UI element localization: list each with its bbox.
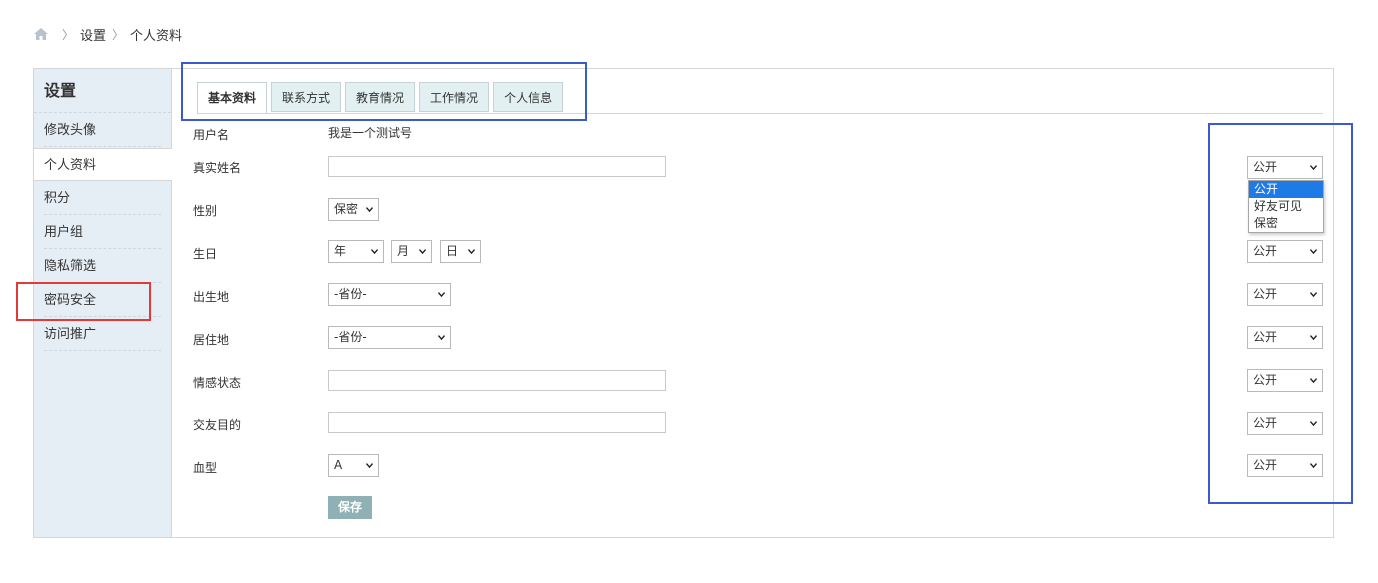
privacy-select-value: 公开 — [1253, 330, 1278, 344]
privacy-select-value: 公开 — [1253, 416, 1278, 430]
sidebar-item-profile[interactable]: 个人资料 — [34, 148, 172, 181]
tab-basic-info[interactable]: 基本资料 — [197, 82, 268, 114]
privacy-dropdown-list: 公开 好友可见 保密 — [1248, 180, 1324, 233]
purpose-privacy-select[interactable]: 公开 — [1247, 412, 1323, 435]
blood-label: 血型 — [193, 461, 218, 475]
tab-personal-info[interactable]: 个人信息 — [493, 82, 564, 112]
privacy-option-friends[interactable]: 好友可见 — [1249, 198, 1323, 215]
sidebar: 设置 修改头像 个人资料 积分 用户组 隐私筛选 密码安全 访问推广 — [34, 69, 172, 537]
privacy-option-secret[interactable]: 保密 — [1249, 215, 1323, 232]
chevron-down-icon — [1310, 249, 1317, 255]
residence-privacy-select[interactable]: 公开 — [1247, 326, 1323, 349]
chevron-down-icon — [1310, 165, 1317, 171]
sidebar-item-promotion[interactable]: 访问推广 — [44, 318, 161, 351]
chevron-down-icon — [366, 207, 373, 213]
privacy-select-value: 公开 — [1253, 373, 1278, 387]
privacy-select-value: 公开 — [1253, 458, 1278, 472]
chevron-down-icon — [438, 335, 445, 341]
sidebar-item-password[interactable]: 密码安全 — [44, 284, 161, 317]
residence-select-value: -省份- — [334, 330, 367, 344]
realname-label: 真实姓名 — [193, 161, 242, 175]
birthplace-privacy-select[interactable]: 公开 — [1247, 283, 1323, 306]
chevron-down-icon — [1310, 335, 1317, 341]
blood-select[interactable]: A — [328, 454, 379, 477]
blood-privacy-select[interactable]: 公开 — [1247, 454, 1323, 477]
chevron-down-icon — [438, 292, 445, 298]
birthday-privacy-select[interactable]: 公开 — [1247, 240, 1323, 263]
birth-month-value: 月 — [397, 244, 410, 258]
privacy-option-public[interactable]: 公开 — [1249, 181, 1323, 198]
sidebar-item-usergroup[interactable]: 用户组 — [44, 216, 161, 249]
username-label: 用户名 — [193, 128, 230, 142]
breadcrumb-settings[interactable]: 设置 — [80, 25, 106, 44]
residence-label: 居住地 — [193, 333, 230, 347]
breadcrumb: 〉 设置 〉 个人资料 — [34, 25, 183, 44]
emotion-privacy-select[interactable]: 公开 — [1247, 369, 1323, 392]
tab-bar: 基本资料 联系方式 教育情况 工作情况 个人信息 — [197, 82, 567, 114]
purpose-label: 交友目的 — [193, 418, 242, 432]
settings-panel: 设置 修改头像 个人资料 积分 用户组 隐私筛选 密码安全 访问推广 基本资料 … — [33, 68, 1334, 538]
emotion-label: 情感状态 — [193, 376, 242, 390]
sidebar-title: 设置 — [34, 69, 171, 113]
gender-select[interactable]: 保密 — [328, 198, 379, 221]
gender-select-value: 保密 — [334, 202, 359, 216]
birthday-label: 生日 — [193, 247, 218, 261]
tab-education[interactable]: 教育情况 — [345, 82, 416, 112]
sidebar-item-credits[interactable]: 积分 — [44, 182, 161, 215]
birth-day-value: 日 — [446, 244, 459, 258]
breadcrumb-profile: 个人资料 — [130, 28, 183, 44]
tab-divider — [197, 113, 1323, 114]
birthplace-province-select[interactable]: -省份- — [328, 283, 451, 306]
sidebar-item-avatar[interactable]: 修改头像 — [44, 114, 161, 147]
sidebar-item-privacy[interactable]: 隐私筛选 — [44, 250, 161, 283]
privacy-select-value: 公开 — [1253, 244, 1278, 258]
tab-contact[interactable]: 联系方式 — [271, 82, 342, 112]
chevron-down-icon — [1310, 292, 1317, 298]
chevron-down-icon — [1310, 421, 1317, 427]
privacy-select-value: 公开 — [1253, 160, 1278, 174]
save-button[interactable]: 保存 — [328, 496, 372, 519]
chevron-down-icon — [1310, 378, 1317, 384]
chevron-down-icon — [1310, 463, 1317, 469]
breadcrumb-separator: 〉 — [62, 27, 75, 42]
chevron-down-icon — [366, 463, 373, 469]
breadcrumb-separator: 〉 — [112, 27, 125, 42]
purpose-input[interactable] — [328, 412, 666, 433]
chevron-down-icon — [419, 249, 426, 255]
birth-year-value: 年 — [334, 244, 347, 258]
gender-label: 性别 — [193, 204, 218, 218]
chevron-down-icon — [468, 249, 475, 255]
birth-year-select[interactable]: 年 — [328, 240, 384, 263]
realname-input[interactable] — [328, 156, 666, 177]
chevron-down-icon — [371, 249, 378, 255]
home-icon[interactable] — [34, 28, 48, 40]
birthplace-select-value: -省份- — [334, 287, 367, 301]
realname-privacy-select[interactable]: 公开 — [1247, 156, 1323, 179]
birthplace-label: 出生地 — [193, 290, 230, 304]
privacy-select-value: 公开 — [1253, 287, 1278, 301]
residence-province-select[interactable]: -省份- — [328, 326, 451, 349]
birth-month-select[interactable]: 月 — [391, 240, 432, 263]
username-value: 我是一个测试号 — [328, 126, 413, 140]
birth-day-select[interactable]: 日 — [440, 240, 481, 263]
emotion-input[interactable] — [328, 370, 666, 391]
tab-work[interactable]: 工作情况 — [419, 82, 490, 112]
blood-select-value: A — [334, 458, 343, 472]
